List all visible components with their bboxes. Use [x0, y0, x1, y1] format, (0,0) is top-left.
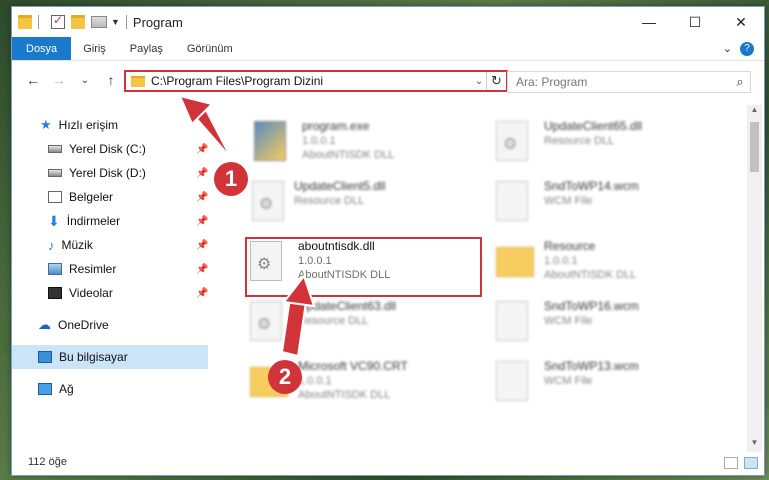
annotation-arrows: [178, 94, 316, 358]
callout-1: 1: [214, 162, 248, 196]
arrow-2-head: [282, 273, 316, 308]
callout-2: 2: [268, 360, 302, 394]
arrow-2: [280, 296, 308, 358]
arrow-1: [194, 108, 239, 167]
